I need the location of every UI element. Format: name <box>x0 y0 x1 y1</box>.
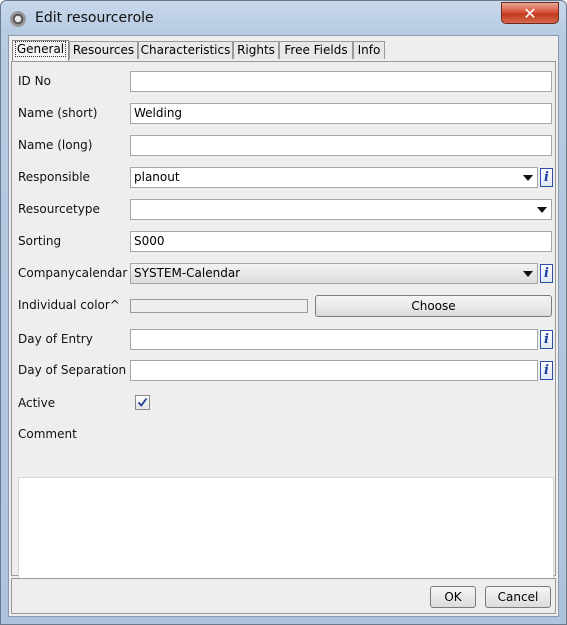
day-of-entry-label: Day of Entry <box>18 332 93 346</box>
choose-color-button[interactable]: Choose <box>315 295 552 317</box>
individual-color-label: Individual color^ <box>18 298 120 312</box>
checkmark-icon <box>137 397 148 407</box>
active-checkbox[interactable] <box>135 395 150 410</box>
chevron-down-icon[interactable] <box>537 207 547 213</box>
tab-rights[interactable]: Rights <box>233 41 279 59</box>
ok-button[interactable]: OK <box>430 586 476 608</box>
companycalendar-info-icon[interactable]: i <box>540 264 553 283</box>
tab-info[interactable]: Info <box>353 41 385 59</box>
active-label: Active <box>18 396 56 410</box>
resourcetype-combo[interactable] <box>130 199 552 220</box>
day-of-separation-label: Day of Separation <box>18 363 127 377</box>
day-of-entry-info-icon[interactable]: i <box>540 330 553 349</box>
name-long-label: Name (long) <box>18 138 93 152</box>
name-long-field[interactable] <box>130 135 552 156</box>
responsible-info-icon[interactable]: i <box>540 168 553 187</box>
window-title: Edit resourcerole <box>35 10 154 26</box>
day-of-entry-field[interactable] <box>130 329 538 350</box>
sorting-field[interactable]: S000 <box>130 231 552 252</box>
companycalendar-label: Companycalendar <box>18 266 128 280</box>
id-no-label: ID No <box>18 74 51 88</box>
id-no-field[interactable] <box>130 71 552 92</box>
responsible-combo[interactable]: planout <box>130 167 538 188</box>
cancel-button[interactable]: Cancel <box>485 586 551 608</box>
chevron-down-icon[interactable] <box>523 175 533 181</box>
color-preview <box>130 299 308 313</box>
chevron-down-icon[interactable] <box>523 271 533 277</box>
responsible-label: Responsible <box>18 170 90 184</box>
tab-general[interactable]: General <box>12 40 69 61</box>
title-bar[interactable]: Edit resourcerole ✕ <box>1 1 566 35</box>
comment-textarea[interactable] <box>18 477 554 594</box>
companycalendar-combo[interactable]: SYSTEM-Calendar <box>130 263 538 284</box>
comment-label: Comment <box>18 427 77 441</box>
close-button[interactable]: ✕ <box>501 2 559 24</box>
dialog-client-area: General Resources Characteristics Rights… <box>8 35 559 617</box>
day-of-separation-field[interactable] <box>130 360 538 381</box>
general-panel: ID No Name (short) Welding Name (long) R… <box>11 61 556 594</box>
name-short-label: Name (short) <box>18 106 98 120</box>
name-short-field[interactable]: Welding <box>130 103 552 124</box>
app-gear-icon <box>10 11 26 27</box>
sorting-label: Sorting <box>18 234 62 248</box>
tab-resources[interactable]: Resources <box>69 41 138 59</box>
resourcetype-label: Resourcetype <box>18 202 100 216</box>
tab-characteristics[interactable]: Characteristics <box>138 41 233 59</box>
tab-free-fields[interactable]: Free Fields <box>279 41 353 59</box>
dialog-window: Edit resourcerole ✕ General Resources Ch… <box>0 0 567 625</box>
responsible-value: planout <box>134 170 180 184</box>
button-bar: OK Cancel <box>11 578 556 614</box>
companycalendar-value: SYSTEM-Calendar <box>134 266 241 280</box>
day-of-separation-info-icon[interactable]: i <box>540 361 553 380</box>
